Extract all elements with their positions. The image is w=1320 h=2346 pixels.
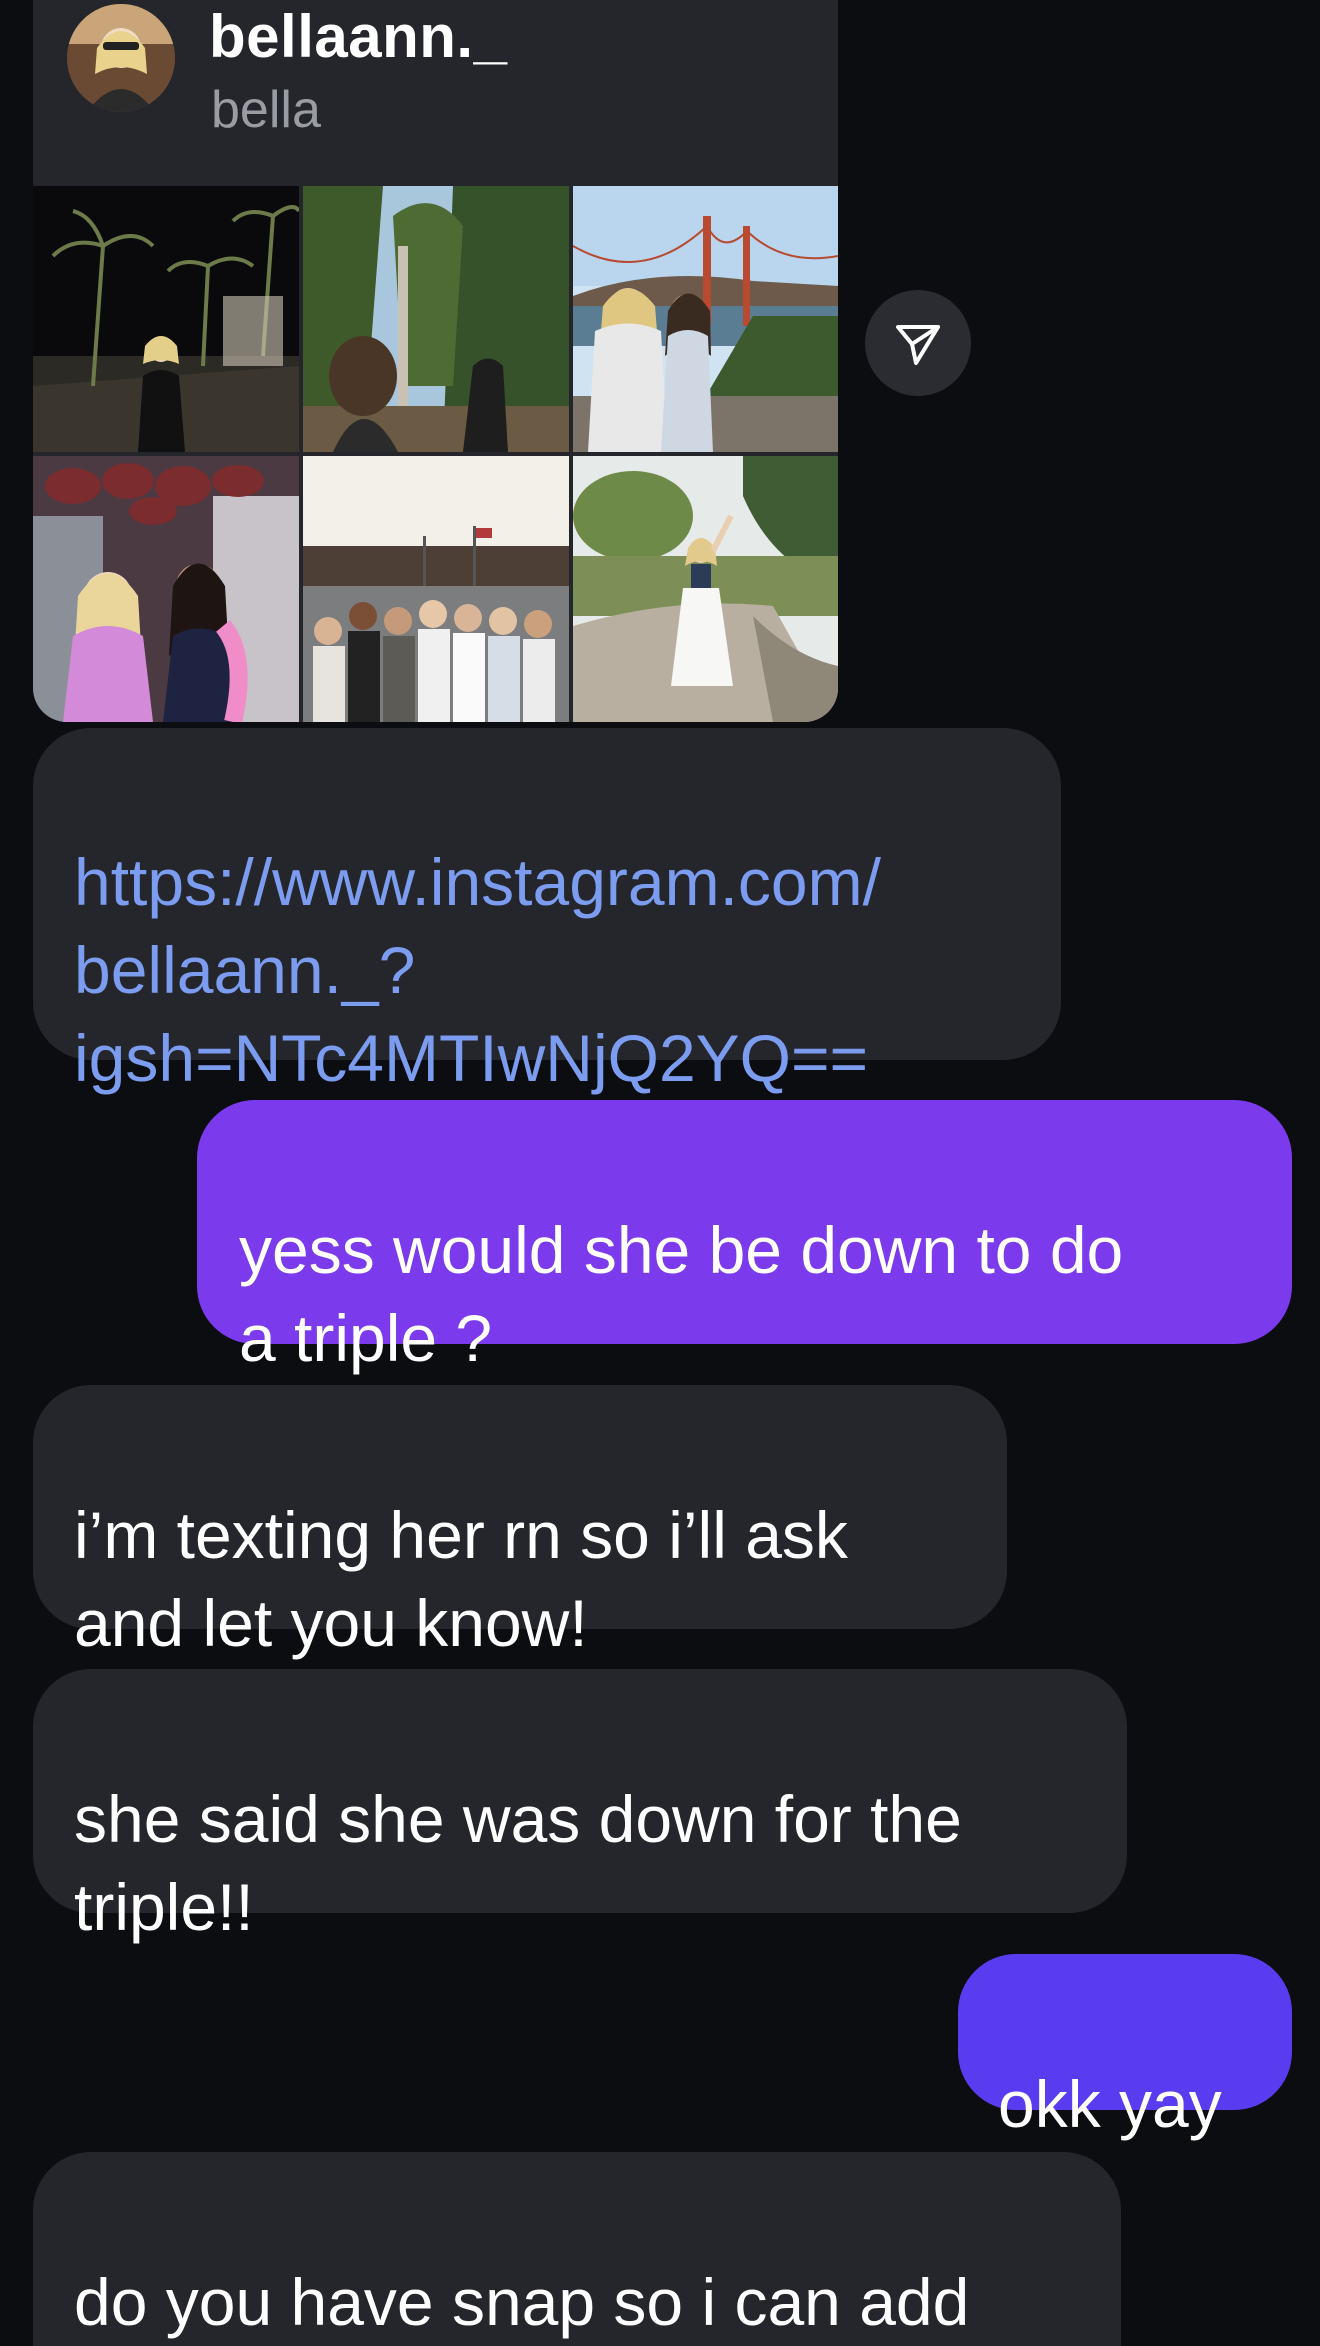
shared-profile-card[interactable]: bellaann._ bella: [33, 0, 838, 722]
message-text: yess would she be down to do a triple ?: [239, 1213, 1124, 1375]
profile-username: bellaann._: [209, 3, 508, 70]
profile-photo-grid: [33, 186, 838, 722]
message-text: she said she was down for the triple!!: [74, 1782, 962, 1944]
profile-avatar[interactable]: [67, 4, 175, 112]
message-text: do you have snap so i can add us all in …: [74, 2265, 970, 2339]
send-icon: [896, 325, 940, 365]
message-incoming[interactable]: do you have snap so i can add us all in …: [33, 2152, 1121, 2346]
chat-thread: bellaann._ bella https://www.instagram.c…: [0, 0, 1320, 2346]
profile-display-name: bella: [211, 81, 321, 139]
profile-photo-3[interactable]: [573, 186, 838, 452]
share-button[interactable]: [865, 290, 971, 396]
message-incoming[interactable]: she said she was down for the triple!!: [33, 1669, 1127, 1944]
message-outgoing[interactable]: okk yay: [958, 1954, 1292, 2141]
message-incoming[interactable]: i’m texting her rn so i’ll ask and let y…: [33, 1385, 1007, 1660]
message-link-bubble[interactable]: https://www.instagram.com/ bellaann._? i…: [33, 728, 1061, 1095]
profile-photo-1[interactable]: [33, 186, 299, 452]
instagram-profile-link[interactable]: https://www.instagram.com/ bellaann._? i…: [74, 845, 881, 1095]
profile-photo-2[interactable]: [303, 186, 569, 452]
profile-photo-6[interactable]: [573, 456, 838, 722]
profile-card-header[interactable]: bellaann._ bella: [33, 0, 838, 186]
message-text: okk yay: [998, 2067, 1222, 2141]
profile-photo-5[interactable]: [303, 456, 569, 722]
message-text: i’m texting her rn so i’ll ask and let y…: [74, 1498, 848, 1660]
message-outgoing[interactable]: yess would she be down to do a triple ?: [197, 1100, 1292, 1375]
profile-photo-4[interactable]: [33, 456, 299, 722]
